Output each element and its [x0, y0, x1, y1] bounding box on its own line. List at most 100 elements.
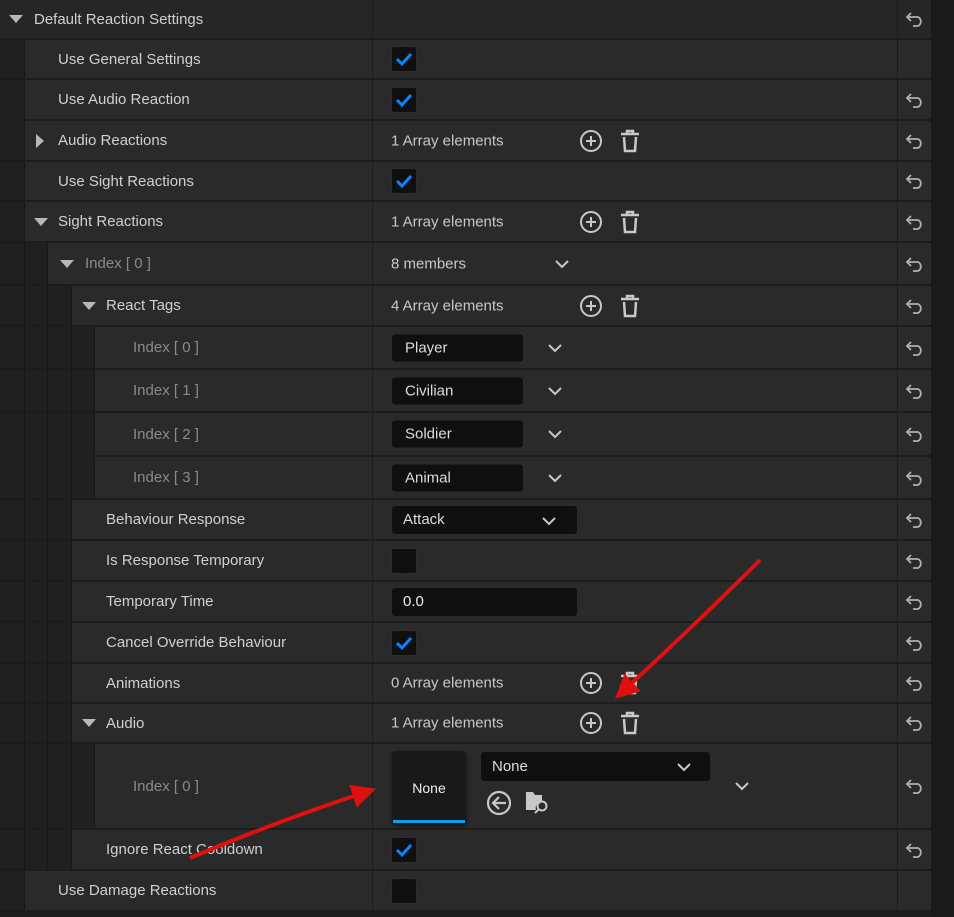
remove-all-button[interactable] — [619, 210, 641, 234]
reset-to-default-button[interactable] — [905, 256, 925, 272]
asset-picker-dropdown[interactable]: None — [480, 751, 711, 782]
property-name: Temporary Time — [0, 582, 372, 621]
reset-to-default-button[interactable] — [905, 11, 925, 27]
property-value — [373, 623, 897, 662]
expand-arrow-right-icon[interactable] — [36, 133, 44, 148]
reset-to-default-button[interactable] — [905, 340, 925, 356]
property-label: Use General Settings — [58, 50, 201, 68]
property-row: Use Damage Reactions — [0, 871, 931, 910]
reset-arrow-icon — [905, 553, 922, 569]
reset-to-default-button[interactable] — [905, 383, 925, 399]
reset-column — [897, 664, 931, 702]
property-name: Audio Reactions — [0, 121, 372, 160]
remove-all-button[interactable] — [619, 294, 641, 318]
reset-column — [897, 623, 931, 662]
checkbox-unchecked[interactable] — [391, 877, 417, 904]
property-name: Index [ 2 ] — [0, 413, 372, 455]
add-element-button[interactable] — [579, 711, 603, 735]
expand-arrow-down-icon[interactable] — [60, 259, 74, 268]
expand-arrow-down-icon[interactable] — [82, 301, 96, 310]
property-name: Cancel Override Behaviour — [0, 623, 372, 662]
trash-icon — [621, 294, 639, 317]
expand-asset-button[interactable] — [734, 781, 750, 791]
reset-to-default-button[interactable] — [905, 512, 925, 528]
property-label: Audio Reactions — [58, 132, 168, 149]
reset-to-default-button[interactable] — [905, 594, 925, 610]
property-label: Temporary Time — [106, 593, 214, 610]
property-label: Index [ 3 ] — [133, 469, 199, 486]
chevron-down-icon — [735, 782, 749, 791]
expand-arrow-down-icon[interactable] — [9, 15, 23, 23]
checkbox-unchecked[interactable] — [391, 547, 417, 574]
tag-value[interactable]: Soldier — [391, 419, 524, 449]
reset-to-default-button[interactable] — [905, 133, 925, 149]
property-value — [373, 541, 897, 580]
reset-to-default-button[interactable] — [905, 214, 925, 230]
chevron-down-icon — [548, 386, 562, 395]
checkbox-checked[interactable] — [391, 629, 417, 656]
array-count: 1 Array elements — [391, 132, 504, 149]
property-row: Behaviour Response Attack — [0, 500, 931, 539]
reset-column — [897, 704, 931, 742]
remove-all-button[interactable] — [619, 711, 641, 735]
reset-to-default-button[interactable] — [905, 778, 925, 794]
asset-thumbnail[interactable]: None — [392, 751, 466, 824]
property-label: Animations — [106, 674, 181, 692]
reset-to-default-button[interactable] — [905, 715, 925, 731]
reset-to-default-button[interactable] — [905, 426, 925, 442]
tag-dropdown-button[interactable] — [547, 386, 563, 396]
reset-to-default-button[interactable] — [905, 842, 925, 858]
remove-all-button[interactable] — [619, 129, 641, 153]
reset-column — [897, 413, 931, 455]
checkbox-checked[interactable] — [391, 168, 417, 194]
property-label: React Tags — [106, 297, 181, 314]
property-value — [373, 80, 897, 119]
property-name: Index [ 0 ] — [0, 243, 372, 284]
property-row: Index [ 0 ] 8 members — [0, 243, 931, 284]
reset-arrow-icon — [905, 12, 922, 27]
tag-value[interactable]: Player — [391, 333, 524, 362]
reset-arrow-icon — [905, 298, 922, 314]
property-name: Default Reaction Settings — [0, 0, 372, 38]
expand-arrow-down-icon[interactable] — [82, 719, 96, 727]
tag-dropdown-button[interactable] — [547, 473, 563, 483]
reset-to-default-button[interactable] — [905, 92, 925, 108]
reset-column — [897, 0, 931, 38]
use-selected-asset-button[interactable] — [486, 790, 512, 816]
trash-icon — [621, 671, 639, 695]
tag-value[interactable]: Animal — [391, 463, 524, 492]
expand-arrow-down-icon[interactable] — [34, 217, 48, 226]
tag-dropdown-button[interactable] — [547, 343, 563, 353]
checkbox-checked[interactable] — [391, 86, 417, 113]
property-value — [373, 830, 897, 869]
chevron-down-icon — [541, 516, 557, 526]
browse-to-asset-button[interactable] — [525, 790, 551, 814]
reset-to-default-button[interactable] — [905, 173, 925, 189]
property-row: Use Audio Reaction — [0, 80, 931, 119]
add-element-button[interactable] — [579, 210, 603, 234]
tag-value[interactable]: Civilian — [391, 376, 524, 405]
add-element-button[interactable] — [579, 294, 603, 318]
add-element-button[interactable] — [579, 129, 603, 153]
reset-to-default-button[interactable] — [905, 298, 925, 314]
enum-dropdown[interactable]: Attack — [391, 504, 578, 535]
property-value: 4 Array elements — [373, 286, 897, 325]
tag-dropdown-button[interactable] — [547, 429, 563, 439]
remove-all-button[interactable] — [619, 671, 641, 695]
plus-circle-icon — [580, 672, 602, 694]
property-name: Index [ 1 ] — [0, 370, 372, 411]
reset-to-default-button[interactable] — [905, 675, 925, 691]
reset-to-default-button[interactable] — [905, 553, 925, 569]
property-row: Temporary Time 0.0 — [0, 582, 931, 621]
add-element-button[interactable] — [579, 671, 603, 695]
details-panel: Default Reaction Settings Use General Set… — [0, 0, 931, 917]
checkbox-checked[interactable] — [391, 46, 417, 72]
tag-label: Civilian — [405, 382, 454, 399]
reset-arrow-icon — [905, 133, 922, 149]
checkbox-checked[interactable] — [391, 836, 417, 863]
reset-to-default-button[interactable] — [905, 470, 925, 486]
property-row: Cancel Override Behaviour — [0, 623, 931, 662]
expand-members-button[interactable] — [554, 259, 570, 269]
number-input[interactable]: 0.0 — [391, 586, 578, 617]
reset-to-default-button[interactable] — [905, 635, 925, 651]
